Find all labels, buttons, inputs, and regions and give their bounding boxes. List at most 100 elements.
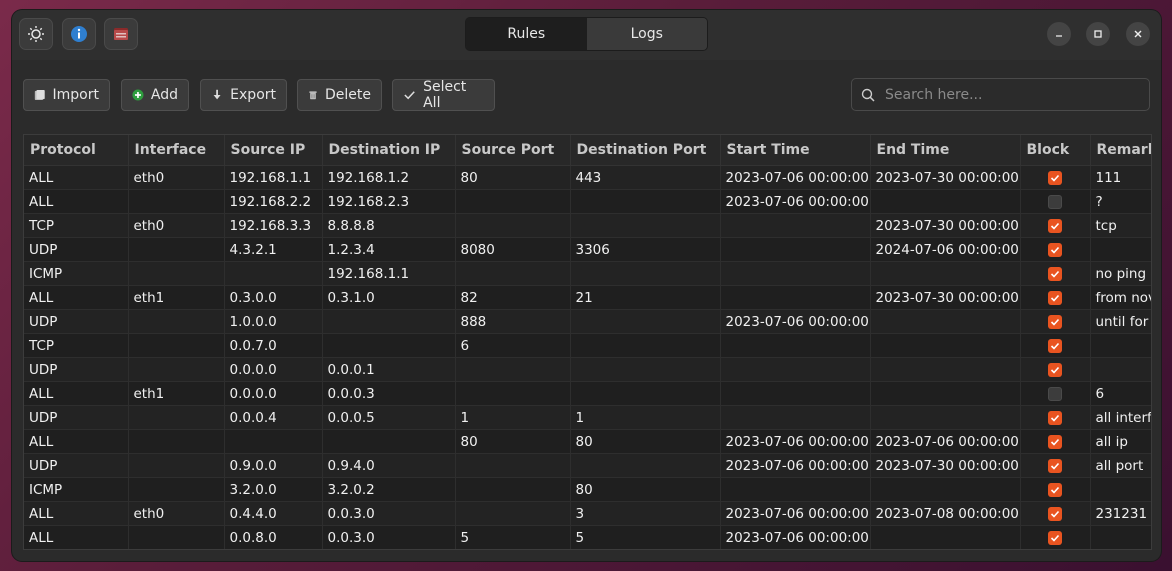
table-row[interactable]: ALL 192.168.2.2 192.168.2.3 2023-07-06 00:0…: [24, 189, 1151, 214]
column-header-block[interactable]: Block: [1020, 135, 1091, 166]
block-checkbox[interactable]: [1048, 266, 1062, 281]
table-row[interactable]: TCP 0.0.7.0 6: [24, 333, 1151, 358]
interface-cell: [128, 357, 225, 382]
source-ip-cell: 192.168.2.2: [224, 189, 323, 214]
column-header-end-time[interactable]: End Time: [870, 135, 1021, 166]
column-header-source-port[interactable]: Source Port: [455, 135, 571, 166]
table-row[interactable]: UDP 4.3.2.1 1.2.3.4 8080 3306 2024-07-06 00:0…: [24, 237, 1151, 262]
block-checkbox[interactable]: [1048, 410, 1062, 425]
search-input[interactable]: [883, 85, 1137, 104]
block-checkbox[interactable]: [1048, 434, 1062, 449]
tab-logs[interactable]: Logs: [586, 18, 707, 50]
column-header-destination-ip[interactable]: Destination IP: [322, 135, 456, 166]
end-time-cell: [870, 357, 1021, 382]
destination-port-cell: [570, 333, 721, 358]
protocol-cell: ICMP: [24, 261, 129, 286]
export-button[interactable]: Export: [200, 79, 287, 111]
block-checkbox[interactable]: [1048, 242, 1062, 257]
table-row[interactable]: ICMP 3.2.0.0 3.2.0.2 80: [24, 477, 1151, 502]
block-checkbox[interactable]: [1048, 170, 1062, 185]
start-time-cell: 2023-07-06 00:00:00: [720, 453, 871, 478]
column-header-start-time[interactable]: Start Time: [720, 135, 871, 166]
column-header-destination-port[interactable]: Destination Port: [570, 135, 721, 166]
source-ip-cell: 0.3.0.0: [224, 285, 323, 310]
start-time-cell: [720, 381, 871, 406]
table-row[interactable]: ALL eth1 0.0.0.0 0.0.0.3 6: [24, 381, 1151, 406]
source-ip-cell: [224, 261, 323, 286]
add-button[interactable]: Add: [121, 79, 189, 111]
remark-cell: until for: [1090, 309, 1151, 334]
remark-cell: 231231: [1090, 501, 1151, 526]
block-checkbox[interactable]: [1048, 362, 1062, 377]
destination-ip-cell: [322, 333, 456, 358]
block-checkbox[interactable]: [1048, 530, 1062, 545]
app-window: Rules Logs Import Add Export Delete Sele…: [12, 10, 1161, 561]
block-cell: [1020, 165, 1091, 190]
interface-cell: eth1: [128, 381, 225, 406]
block-cell: [1020, 189, 1091, 214]
table-row[interactable]: ALL 80 80 2023-07-06 00:00:00 2023-07-06 00:…: [24, 429, 1151, 454]
table-row[interactable]: ALL eth0 0.4.4.0 0.0.3.0 3 2023-07-06 00:00:0…: [24, 501, 1151, 526]
block-checkbox[interactable]: [1048, 218, 1062, 233]
interface-cell: [128, 525, 225, 549]
table-row[interactable]: UDP 0.9.0.0 0.9.4.0 2023-07-06 00:00:00 2023…: [24, 453, 1151, 478]
block-checkbox[interactable]: [1048, 290, 1062, 305]
checkmark-icon: [1050, 486, 1060, 494]
checkmark-icon: [1050, 294, 1060, 302]
close-button[interactable]: [1126, 22, 1150, 46]
protocol-cell: UDP: [24, 453, 129, 478]
checkmark-icon: [1050, 222, 1060, 230]
block-checkbox[interactable]: [1048, 458, 1062, 473]
block-checkbox[interactable]: [1048, 194, 1062, 209]
source-ip-cell: 0.0.0.4: [224, 405, 323, 430]
table-row[interactable]: ALL eth0 192.168.1.1 192.168.1.2 80 443 2023-0…: [24, 165, 1151, 190]
column-header-source-ip[interactable]: Source IP: [224, 135, 323, 166]
column-header-protocol[interactable]: Protocol: [24, 135, 129, 166]
protocol-cell: ALL: [24, 285, 129, 310]
remark-cell: [1090, 333, 1151, 358]
end-time-cell: [870, 405, 1021, 430]
source-ip-cell: 3.2.0.0: [224, 477, 323, 502]
source-port-cell: [455, 357, 571, 382]
tab-rules[interactable]: Rules: [466, 18, 587, 50]
block-checkbox[interactable]: [1048, 506, 1062, 521]
info-button[interactable]: [62, 18, 96, 50]
start-time-cell: [720, 333, 871, 358]
end-time-cell: 2023-07-06 00:00:00: [870, 429, 1021, 454]
block-cell: [1020, 309, 1091, 334]
start-time-cell: [720, 405, 871, 430]
theme-toggle-button[interactable]: [19, 18, 53, 50]
interface-cell: [128, 261, 225, 286]
file-manager-button[interactable]: [104, 18, 138, 50]
column-header-interface[interactable]: Interface: [128, 135, 225, 166]
minimize-button[interactable]: [1047, 22, 1071, 46]
column-header-remark[interactable]: Remark: [1090, 135, 1151, 166]
source-port-cell: [455, 501, 571, 526]
table-row[interactable]: UDP 0.0.0.4 0.0.0.5 1 1 all interf: [24, 405, 1151, 430]
table-row[interactable]: UDP 0.0.0.0 0.0.0.1: [24, 357, 1151, 382]
table-row[interactable]: TCP eth0 192.168.3.3 8.8.8.8 2023-07-30 00:0…: [24, 213, 1151, 238]
checkmark-icon: [1050, 342, 1060, 350]
download-icon: [213, 89, 221, 100]
delete-button[interactable]: Delete: [297, 79, 382, 111]
block-cell: [1020, 525, 1091, 549]
search-box: [851, 78, 1150, 111]
checkmark-icon: [1050, 366, 1060, 374]
block-checkbox[interactable]: [1048, 314, 1062, 329]
destination-port-cell: 1: [570, 405, 721, 430]
source-port-cell: 80: [455, 429, 571, 454]
checkmark-icon: [1050, 318, 1060, 326]
block-checkbox[interactable]: [1048, 482, 1062, 497]
maximize-button[interactable]: [1086, 22, 1110, 46]
table-row[interactable]: UDP 1.0.0.0 888 2023-07-06 00:00:00 until fo…: [24, 309, 1151, 334]
table-row[interactable]: ALL 0.0.8.0 0.0.3.0 5 5 2023-07-06 00:00:00: [24, 525, 1151, 549]
import-button[interactable]: Import: [23, 79, 110, 111]
table-row[interactable]: ICMP 192.168.1.1 no ping a: [24, 261, 1151, 286]
block-checkbox[interactable]: [1048, 386, 1062, 401]
remark-cell: all ip: [1090, 429, 1151, 454]
remark-cell: [1090, 477, 1151, 502]
table-row[interactable]: ALL eth1 0.3.0.0 0.3.1.0 82 21 2023-07-30 00:0…: [24, 285, 1151, 310]
select-all-button[interactable]: Select All: [392, 79, 495, 111]
end-time-cell: [870, 261, 1021, 286]
block-checkbox[interactable]: [1048, 338, 1062, 353]
